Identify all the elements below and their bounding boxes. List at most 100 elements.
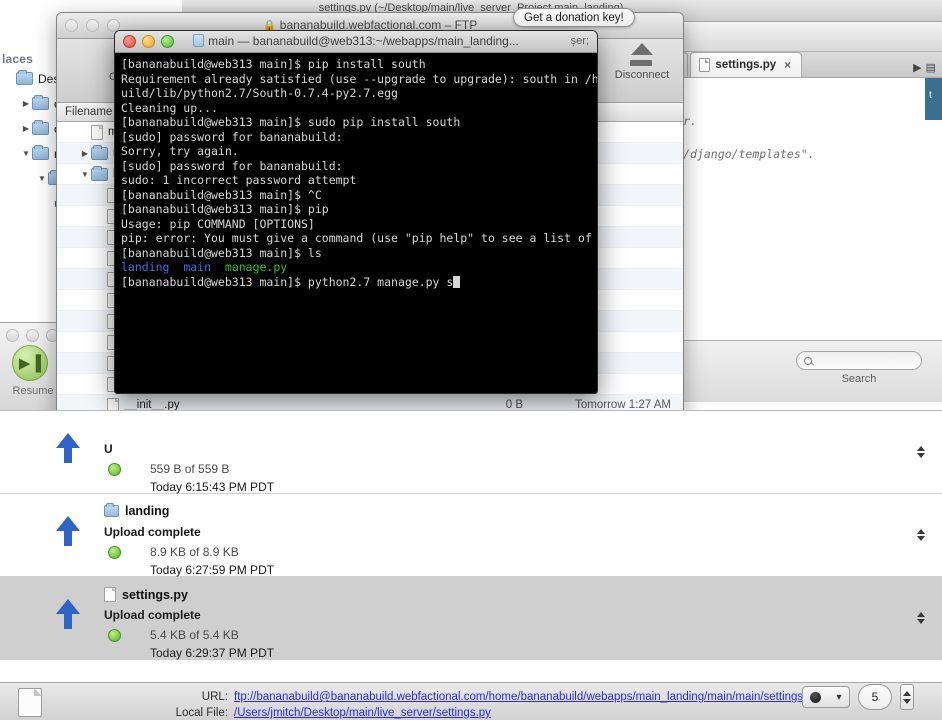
play-pause-icon: ▶▐ <box>18 355 42 372</box>
terminal-window-title: main — bananabuild@web313:~/webapps/main… <box>115 34 597 48</box>
terminal-line: Requirement already satisfied (use --upg… <box>121 71 597 86</box>
terminal-line: [sudo] password for bananabuild: <box>121 129 343 144</box>
terminal-line: landing main manage.py <box>121 260 592 275</box>
status-dot-icon <box>108 629 121 642</box>
terminal-line: Cleaning up... <box>121 100 218 115</box>
terminal-cursor <box>453 275 461 288</box>
search-label: Search <box>841 373 877 385</box>
transfer-stepper[interactable] <box>915 442 926 462</box>
terminal-line: [bananabuild@web313 main]$ pip <box>121 202 329 216</box>
upload-arrow-stem <box>64 447 72 463</box>
folder-icon <box>32 145 49 160</box>
url-label: URL: <box>201 691 228 703</box>
terminal-output[interactable]: [bananabuild@web313 main]$ pip install s… <box>115 53 597 393</box>
search-input[interactable] <box>796 351 922 370</box>
donation-label: Get a donation key! <box>524 11 624 24</box>
twisty-closed-icon[interactable]: ▶ <box>79 149 91 158</box>
transfer-mode-popup[interactable]: ▾ <box>802 686 850 708</box>
donation-tooltip[interactable]: Get a donation key! <box>513 8 635 27</box>
document-icon <box>18 688 42 717</box>
upload-arrow-icon <box>56 599 80 614</box>
connections-count-field[interactable]: 5 <box>858 684 892 710</box>
stepper-up-icon[interactable] <box>916 612 925 617</box>
mode-dot-icon <box>810 691 822 703</box>
transfer-name: landing <box>104 503 170 518</box>
player-traffic-lights[interactable] <box>6 329 59 342</box>
accent-label: t <box>929 90 932 101</box>
transfer-time: Today 6:29:37 PM PDT <box>150 646 275 660</box>
stepper-up-icon[interactable] <box>916 446 925 451</box>
transfer-stepper[interactable] <box>915 608 926 628</box>
tab-list-icon[interactable]: ▤ <box>926 61 936 74</box>
terminal-title-text: main — bananabuild@web313:~/webapps/main… <box>208 34 519 48</box>
upload-arrow-icon <box>56 433 80 448</box>
transfer-row[interactable]: U 559 B of 559 B Today 6:15:43 PM PDT <box>0 411 942 494</box>
stepper-up-icon[interactable] <box>903 690 911 696</box>
transfers-panel[interactable]: U 559 B of 559 B Today 6:15:43 PM PDT landi… <box>0 410 942 682</box>
twisty-closed-icon[interactable]: ▶ <box>20 99 32 108</box>
chevron-down-icon: ▾ <box>836 691 842 703</box>
document-icon <box>104 587 116 602</box>
terminal-dir-name: landing <box>121 260 170 274</box>
stepper-down-icon[interactable] <box>916 453 925 458</box>
transfer-status: Upload complete <box>104 608 201 622</box>
search-icon <box>804 356 812 365</box>
twisty-open-icon[interactable]: ▼ <box>36 174 48 183</box>
transfer-name-label: settings.py <box>122 587 188 602</box>
local-file-value[interactable]: /Users/jmitch/Desktop/main/live_server/s… <box>234 707 491 719</box>
status-dot-icon <box>108 546 121 559</box>
folder-icon <box>32 95 49 110</box>
disconnect-button[interactable]: Disconnect <box>605 43 679 81</box>
folder-icon <box>32 120 49 135</box>
twisty-open-icon[interactable]: ▼ <box>79 170 91 179</box>
finder-sidebar-header: laces <box>2 52 34 66</box>
terminal-line: sudo: 1 incorrect password attempt <box>121 173 357 187</box>
upload-arrow-stem <box>64 530 72 546</box>
terminal-line: [bananabuild@web313 main]$ sudo pip inst… <box>121 115 461 129</box>
folder-icon <box>104 503 119 517</box>
transfer-status: U <box>104 442 113 456</box>
tab-settings-py[interactable]: settings.py × <box>690 52 803 77</box>
twisty-closed-icon[interactable]: ▶ <box>20 124 32 133</box>
tab-overflow-controls[interactable]: ▶ ▤ <box>913 61 942 77</box>
terminal-line: uild/lib/python2.7/South-0.7.4-py2.7.egg <box>121 86 398 100</box>
folder-icon <box>91 144 108 160</box>
disconnect-label: Disconnect <box>614 69 670 81</box>
stepper-down-icon[interactable] <box>916 536 925 541</box>
chevron-right-icon[interactable]: ▶ <box>913 61 921 74</box>
resume-button[interactable]: ▶▐ <box>12 345 48 381</box>
upload-arrow-icon <box>56 516 80 531</box>
twisty-open-icon[interactable]: ▼ <box>20 149 32 158</box>
tab-label: settings.py <box>715 59 777 71</box>
transfer-status: Upload complete <box>104 525 201 539</box>
transfer-size: 8.9 KB of 8.9 KB <box>150 545 239 559</box>
stepper-down-icon[interactable] <box>903 698 911 704</box>
transfer-stepper[interactable] <box>915 525 926 545</box>
minimize-button[interactable] <box>26 329 39 342</box>
transfer-time: Today 6:15:43 PM PDT <box>150 480 275 494</box>
transfer-name-label: landing <box>125 504 170 518</box>
stepper-down-icon[interactable] <box>916 619 925 624</box>
editor-side-accent: t <box>925 78 942 120</box>
terminal-line: [bananabuild@web313 main]$ ^C <box>121 187 322 202</box>
transfer-time: Today 6:27:59 PM PDT <box>150 563 275 577</box>
search-text-field[interactable] <box>812 354 908 367</box>
expand-icon[interactable]: șer; <box>571 35 589 47</box>
close-button[interactable] <box>6 329 19 342</box>
terminal-line: [bananabuild@web313 main]$ python2.7 man… <box>121 275 592 290</box>
transfer-row[interactable]: settings.py Upload complete 5.4 KB of 5.4 … <box>0 577 942 660</box>
document-icon <box>699 58 711 72</box>
url-value[interactable]: ftp://bananabuild@bananabuild.webfaction… <box>234 691 819 703</box>
status-dot-icon <box>108 463 121 476</box>
terminal-exe-name: manage.py <box>224 260 288 274</box>
transfer-size: 559 B of 559 B <box>150 462 230 476</box>
connections-stepper[interactable] <box>900 684 914 710</box>
stepper-up-icon[interactable] <box>916 529 925 534</box>
folder-icon <box>91 165 108 181</box>
terminal-dir-name: main <box>183 260 212 274</box>
close-icon[interactable]: × <box>784 58 791 72</box>
terminal-titlebar: main — bananabuild@web313:~/webapps/main… <box>115 31 597 53</box>
transfer-row[interactable]: landing Upload complete 8.9 KB of 8.9 KB To… <box>0 494 942 577</box>
